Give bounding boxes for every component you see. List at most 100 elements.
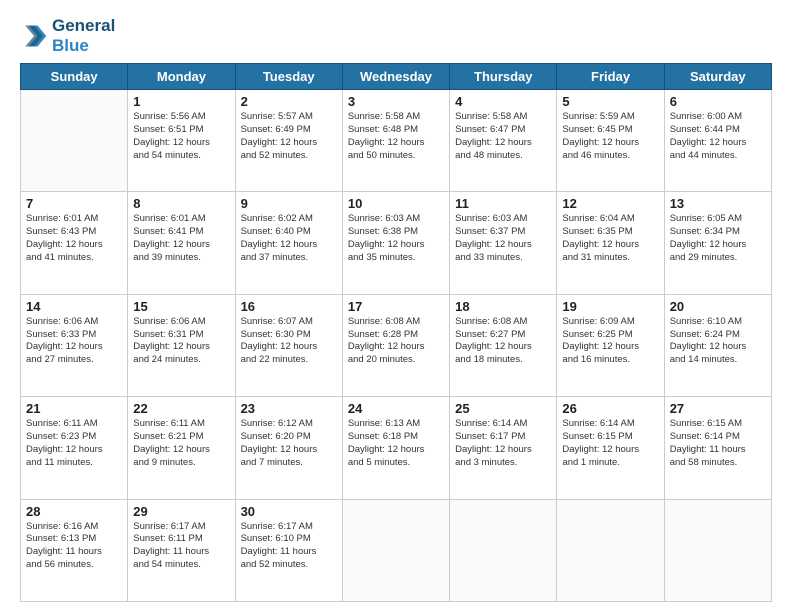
cell-info: Sunrise: 6:08 AM Sunset: 6:28 PM Dayligh… — [348, 316, 444, 367]
day-number: 24 — [348, 401, 444, 416]
calendar-week-row: 1 Sunrise: 5:56 AM Sunset: 6:51 PM Daylig… — [21, 90, 772, 192]
day-number: 13 — [670, 196, 766, 211]
calendar-cell: 22 Sunrise: 6:11 AM Sunset: 6:21 PM Dayli… — [128, 397, 235, 499]
day-number: 26 — [562, 401, 658, 416]
day-number: 9 — [241, 196, 337, 211]
calendar-cell: 25 Sunrise: 6:14 AM Sunset: 6:17 PM Dayli… — [450, 397, 557, 499]
calendar-cell: 14 Sunrise: 6:06 AM Sunset: 6:33 PM Dayli… — [21, 294, 128, 396]
calendar-week-row: 21 Sunrise: 6:11 AM Sunset: 6:23 PM Dayli… — [21, 397, 772, 499]
day-number: 22 — [133, 401, 229, 416]
cell-info: Sunrise: 6:15 AM Sunset: 6:14 PM Dayligh… — [670, 418, 766, 469]
cell-info: Sunrise: 6:03 AM Sunset: 6:37 PM Dayligh… — [455, 213, 551, 264]
calendar-day-header: Monday — [128, 64, 235, 90]
page: General Blue SundayMondayTuesdayWednesda… — [0, 0, 792, 612]
calendar-cell — [342, 499, 449, 601]
cell-info: Sunrise: 6:08 AM Sunset: 6:27 PM Dayligh… — [455, 316, 551, 367]
calendar-cell: 21 Sunrise: 6:11 AM Sunset: 6:23 PM Dayli… — [21, 397, 128, 499]
day-number: 27 — [670, 401, 766, 416]
day-number: 28 — [26, 504, 122, 519]
calendar-cell: 11 Sunrise: 6:03 AM Sunset: 6:37 PM Dayli… — [450, 192, 557, 294]
calendar-day-header: Sunday — [21, 64, 128, 90]
day-number: 30 — [241, 504, 337, 519]
day-number: 2 — [241, 94, 337, 109]
calendar-week-row: 7 Sunrise: 6:01 AM Sunset: 6:43 PM Daylig… — [21, 192, 772, 294]
calendar-cell: 3 Sunrise: 5:58 AM Sunset: 6:48 PM Daylig… — [342, 90, 449, 192]
calendar-day-header: Wednesday — [342, 64, 449, 90]
cell-info: Sunrise: 6:10 AM Sunset: 6:24 PM Dayligh… — [670, 316, 766, 367]
day-number: 14 — [26, 299, 122, 314]
calendar-cell: 26 Sunrise: 6:14 AM Sunset: 6:15 PM Dayli… — [557, 397, 664, 499]
calendar-day-header: Tuesday — [235, 64, 342, 90]
calendar-cell: 1 Sunrise: 5:56 AM Sunset: 6:51 PM Daylig… — [128, 90, 235, 192]
calendar-cell: 8Sunrise: 6:01 AM Sunset: 6:41 PM Daylig… — [128, 192, 235, 294]
logo: General Blue — [20, 16, 115, 55]
calendar-cell: 10 Sunrise: 6:03 AM Sunset: 6:38 PM Dayli… — [342, 192, 449, 294]
calendar-cell: 19Sunrise: 6:09 AM Sunset: 6:25 PM Dayli… — [557, 294, 664, 396]
day-number: 6 — [670, 94, 766, 109]
cell-info: Sunrise: 6:12 AM Sunset: 6:20 PM Dayligh… — [241, 418, 337, 469]
cell-info: Sunrise: 5:57 AM Sunset: 6:49 PM Dayligh… — [241, 111, 337, 162]
cell-info: Sunrise: 6:05 AM Sunset: 6:34 PM Dayligh… — [670, 213, 766, 264]
cell-info: Sunrise: 5:58 AM Sunset: 6:47 PM Dayligh… — [455, 111, 551, 162]
calendar-cell — [664, 499, 771, 601]
calendar-cell: 4 Sunrise: 5:58 AM Sunset: 6:47 PM Daylig… — [450, 90, 557, 192]
logo-icon — [20, 22, 48, 50]
calendar-cell: 15 Sunrise: 6:06 AM Sunset: 6:31 PM Dayli… — [128, 294, 235, 396]
day-number: 10 — [348, 196, 444, 211]
cell-info: Sunrise: 6:04 AM Sunset: 6:35 PM Dayligh… — [562, 213, 658, 264]
cell-info: Sunrise: 6:14 AM Sunset: 6:15 PM Dayligh… — [562, 418, 658, 469]
day-number: 18 — [455, 299, 551, 314]
calendar-cell: 17Sunrise: 6:08 AM Sunset: 6:28 PM Dayli… — [342, 294, 449, 396]
cell-info: Sunrise: 6:16 AM Sunset: 6:13 PM Dayligh… — [26, 521, 122, 572]
cell-info: Sunrise: 6:11 AM Sunset: 6:23 PM Dayligh… — [26, 418, 122, 469]
cell-info: Sunrise: 6:17 AM Sunset: 6:11 PM Dayligh… — [133, 521, 229, 572]
cell-info: Sunrise: 6:14 AM Sunset: 6:17 PM Dayligh… — [455, 418, 551, 469]
calendar-cell: 2 Sunrise: 5:57 AM Sunset: 6:49 PM Daylig… — [235, 90, 342, 192]
calendar-cell — [557, 499, 664, 601]
day-number: 11 — [455, 196, 551, 211]
calendar-table: SundayMondayTuesdayWednesdayThursdayFrid… — [20, 63, 772, 602]
cell-info: Sunrise: 5:59 AM Sunset: 6:45 PM Dayligh… — [562, 111, 658, 162]
cell-info: Sunrise: 5:56 AM Sunset: 6:51 PM Dayligh… — [133, 111, 229, 162]
calendar-cell: 13 Sunrise: 6:05 AM Sunset: 6:34 PM Dayli… — [664, 192, 771, 294]
calendar-cell: 7 Sunrise: 6:01 AM Sunset: 6:43 PM Daylig… — [21, 192, 128, 294]
logo-text: General Blue — [52, 16, 115, 55]
calendar-week-row: 28 Sunrise: 6:16 AM Sunset: 6:13 PM Dayli… — [21, 499, 772, 601]
calendar-cell: 28 Sunrise: 6:16 AM Sunset: 6:13 PM Dayli… — [21, 499, 128, 601]
cell-info: Sunrise: 6:13 AM Sunset: 6:18 PM Dayligh… — [348, 418, 444, 469]
cell-info: Sunrise: 6:09 AM Sunset: 6:25 PM Dayligh… — [562, 316, 658, 367]
calendar-cell: 6Sunrise: 6:00 AM Sunset: 6:44 PM Daylig… — [664, 90, 771, 192]
day-number: 7 — [26, 196, 122, 211]
day-number: 21 — [26, 401, 122, 416]
cell-info: Sunrise: 6:01 AM Sunset: 6:41 PM Dayligh… — [133, 213, 229, 264]
day-number: 1 — [133, 94, 229, 109]
day-number: 12 — [562, 196, 658, 211]
calendar-cell: 18 Sunrise: 6:08 AM Sunset: 6:27 PM Dayli… — [450, 294, 557, 396]
calendar-cell: 9 Sunrise: 6:02 AM Sunset: 6:40 PM Daylig… — [235, 192, 342, 294]
cell-info: Sunrise: 6:11 AM Sunset: 6:21 PM Dayligh… — [133, 418, 229, 469]
day-number: 25 — [455, 401, 551, 416]
calendar-cell: 23 Sunrise: 6:12 AM Sunset: 6:20 PM Dayli… — [235, 397, 342, 499]
calendar-cell: 24 Sunrise: 6:13 AM Sunset: 6:18 PM Dayli… — [342, 397, 449, 499]
day-number: 15 — [133, 299, 229, 314]
calendar-day-header: Saturday — [664, 64, 771, 90]
cell-info: Sunrise: 6:07 AM Sunset: 6:30 PM Dayligh… — [241, 316, 337, 367]
day-number: 4 — [455, 94, 551, 109]
day-number: 29 — [133, 504, 229, 519]
day-number: 5 — [562, 94, 658, 109]
cell-info: Sunrise: 6:01 AM Sunset: 6:43 PM Dayligh… — [26, 213, 122, 264]
calendar-cell: 12 Sunrise: 6:04 AM Sunset: 6:35 PM Dayli… — [557, 192, 664, 294]
cell-info: Sunrise: 6:06 AM Sunset: 6:33 PM Dayligh… — [26, 316, 122, 367]
cell-info: Sunrise: 6:17 AM Sunset: 6:10 PM Dayligh… — [241, 521, 337, 572]
calendar-day-header: Friday — [557, 64, 664, 90]
day-number: 16 — [241, 299, 337, 314]
day-number: 23 — [241, 401, 337, 416]
day-number: 3 — [348, 94, 444, 109]
calendar-week-row: 14 Sunrise: 6:06 AM Sunset: 6:33 PM Dayli… — [21, 294, 772, 396]
cell-info: Sunrise: 5:58 AM Sunset: 6:48 PM Dayligh… — [348, 111, 444, 162]
calendar-cell: 30 Sunrise: 6:17 AM Sunset: 6:10 PM Dayli… — [235, 499, 342, 601]
cell-info: Sunrise: 6:03 AM Sunset: 6:38 PM Dayligh… — [348, 213, 444, 264]
cell-info: Sunrise: 6:02 AM Sunset: 6:40 PM Dayligh… — [241, 213, 337, 264]
calendar-cell: 27 Sunrise: 6:15 AM Sunset: 6:14 PM Dayli… — [664, 397, 771, 499]
cell-info: Sunrise: 6:06 AM Sunset: 6:31 PM Dayligh… — [133, 316, 229, 367]
